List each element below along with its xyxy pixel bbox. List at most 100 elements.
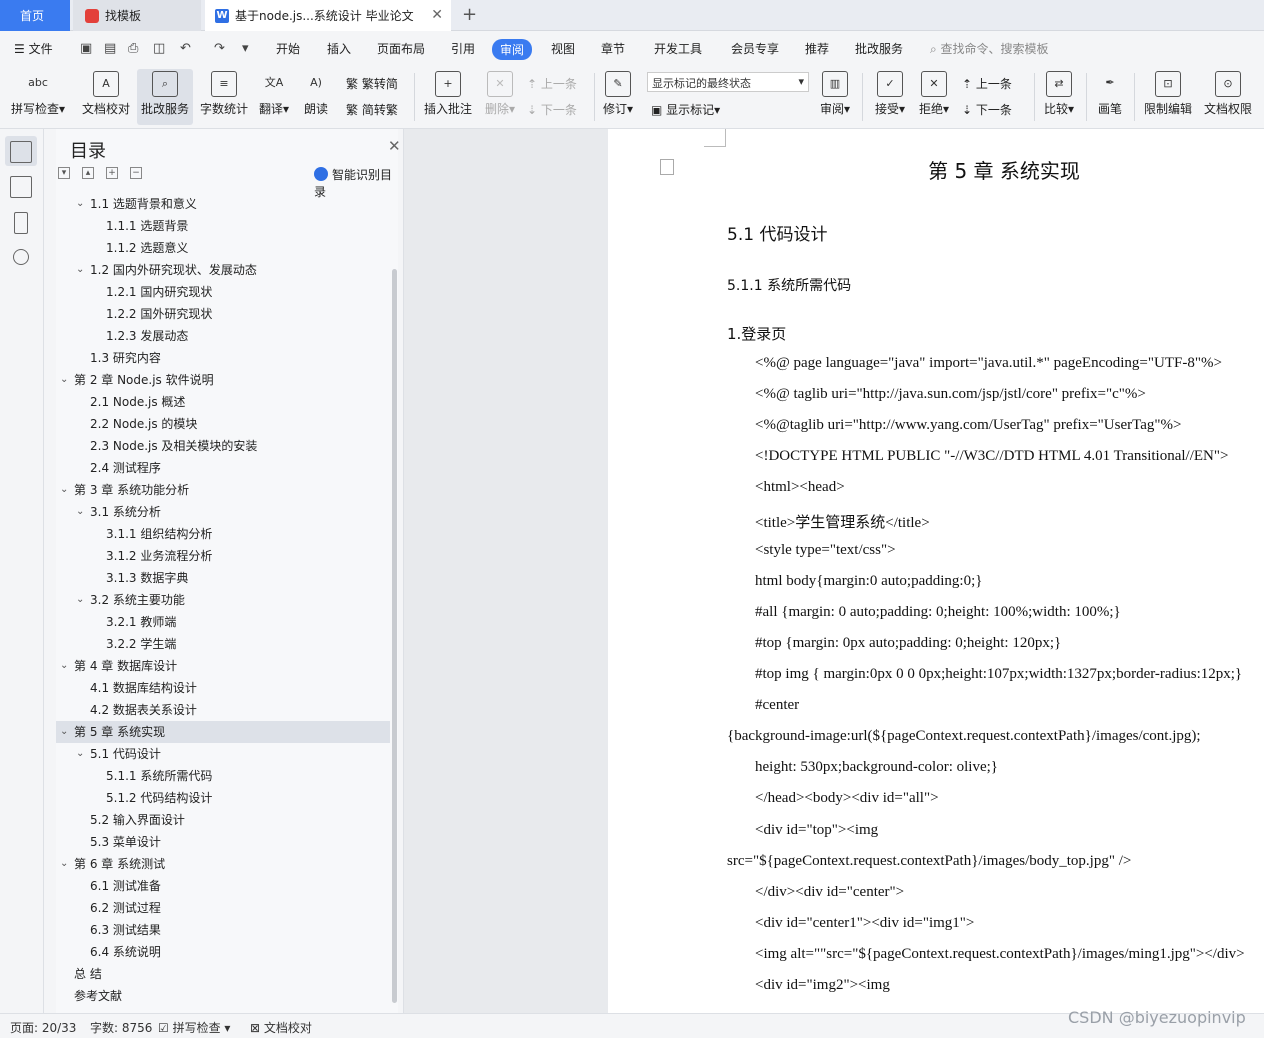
search-icon[interactable] <box>13 249 29 265</box>
chevron-down-icon[interactable]: ⌄ <box>60 721 68 743</box>
toc-item[interactable]: 5.3 菜单设计 <box>56 831 390 853</box>
translate-button[interactable]: 文A 翻译▾ <box>254 69 294 125</box>
restrict-edit-button[interactable]: ⊡ 限制编辑 <box>1140 69 1196 125</box>
menu-review[interactable]: 审阅 <box>492 39 533 60</box>
toc-item[interactable]: 参考文献 <box>56 985 390 1007</box>
toc-item[interactable]: 3.1.1 组织结构分析 <box>56 523 390 545</box>
toc-item[interactable]: 3.2.2 学生端 <box>56 633 390 655</box>
read-aloud-button[interactable]: A) 朗读 <box>298 69 334 125</box>
show-markup-button[interactable]: ▣ 显示标记▾ <box>651 101 720 118</box>
doc-permission-button[interactable]: ⊙ 文档权限 <box>1200 69 1256 125</box>
review-service-button[interactable]: ⌕ 批改服务 <box>137 69 193 125</box>
chevron-down-icon[interactable]: ⌄ <box>76 589 84 611</box>
toc-item[interactable]: 6.1 测试准备 <box>56 875 390 897</box>
menu-start[interactable]: 开始 <box>276 40 300 57</box>
toc-item[interactable]: ⌄ 3.2 系统主要功能 <box>56 589 390 611</box>
command-search-input[interactable]: ⌕ 查找命令、搜索模板 <box>930 40 1049 57</box>
toc-item[interactable]: 4.1 数据库结构设计 <box>56 677 390 699</box>
save-icon[interactable]: ▣ <box>80 41 92 56</box>
to-simplified-button[interactable]: 繁 简转繁 <box>346 101 398 118</box>
toc-item[interactable]: ⌄ 第 3 章 系统功能分析 <box>56 479 390 501</box>
undo-icon[interactable]: ↶ <box>180 41 191 56</box>
toc-item[interactable]: 6.3 测试结果 <box>56 919 390 941</box>
accept-button[interactable]: ✓ 接受▾ <box>870 69 910 125</box>
prev-comment-button[interactable]: ⇡ 上一条 <box>527 75 577 92</box>
spellcheck-button[interactable]: abc 拼写检查▾ <box>6 69 70 125</box>
compare-button[interactable]: ⇄ 比较▾ <box>1039 69 1079 125</box>
chapter-nav-icon[interactable] <box>10 176 32 198</box>
review-pane-button[interactable]: ▥ 审阅▾ <box>815 69 855 125</box>
to-traditional-button[interactable]: 繁 繁转简 <box>346 75 398 92</box>
word-count-button[interactable]: ≡ 字数统计 <box>196 69 252 125</box>
tab-document[interactable]: W 基于node.js...系统设计 毕业论文 ✕ <box>205 0 451 31</box>
toc-item[interactable]: 6.2 测试过程 <box>56 897 390 919</box>
toc-item[interactable]: ⌄ 1.1 选题背景和意义 <box>56 193 390 215</box>
toc-item[interactable]: 3.2.1 教师端 <box>56 611 390 633</box>
toc-item[interactable]: 1.2.1 国内研究现状 <box>56 281 390 303</box>
tab-template[interactable]: 找模板 <box>73 0 201 31</box>
toc-item[interactable]: ⌄ 3.1 系统分析 <box>56 501 390 523</box>
menu-page-layout[interactable]: 页面布局 <box>377 40 425 57</box>
toc-item[interactable]: ⌄ 第 2 章 Node.js 软件说明 <box>56 369 390 391</box>
menu-recommend[interactable]: 推荐 <box>805 40 829 57</box>
chevron-down-icon[interactable]: ⌄ <box>76 259 84 281</box>
toc-item[interactable]: ⌄ 5.1 代码设计 <box>56 743 390 765</box>
remove-heading-icon[interactable]: − <box>130 167 142 179</box>
toc-icon[interactable] <box>10 141 32 163</box>
document-page[interactable]: 第 5 章 系统实现 5.1 代码设计 5.1.1 系统所需代码 1.登录页 <… <box>608 129 1264 1013</box>
chevron-down-icon[interactable]: ⌄ <box>60 479 68 501</box>
menu-insert[interactable]: 插入 <box>327 40 351 57</box>
toc-item[interactable]: 1.3 研究内容 <box>56 347 390 369</box>
menu-member[interactable]: 会员专享 <box>731 40 779 57</box>
toc-item[interactable]: 3.1.3 数据字典 <box>56 567 390 589</box>
toc-item[interactable]: ⌄ 1.2 国内外研究现状、发展动态 <box>56 259 390 281</box>
close-icon[interactable]: ✕ <box>388 137 401 155</box>
chevron-down-icon[interactable]: ⌄ <box>76 743 84 765</box>
toc-item[interactable]: 1.1.1 选题背景 <box>56 215 390 237</box>
toc-item[interactable]: 2.4 测试程序 <box>56 457 390 479</box>
toc-item[interactable]: 总 结 <box>56 963 390 985</box>
word-count-indicator[interactable]: 字数: 8756 <box>90 1019 152 1036</box>
collapse-all-icon[interactable]: ▾ <box>58 167 70 179</box>
status-spellcheck[interactable]: ☑ 拼写检查 ▾ <box>158 1019 230 1036</box>
pen-button[interactable]: ✒ 画笔 <box>1092 69 1128 125</box>
insert-comment-button[interactable]: + 插入批注 <box>420 69 476 125</box>
menu-section[interactable]: 章节 <box>601 40 625 57</box>
toc-item[interactable]: 5.2 输入界面设计 <box>56 809 390 831</box>
add-heading-icon[interactable]: + <box>106 167 118 179</box>
chevron-down-icon[interactable]: ⌄ <box>60 369 68 391</box>
prev-change-button[interactable]: ⇡ 上一条 <box>962 75 1012 92</box>
toc-item[interactable]: 1.1.2 选题意义 <box>56 237 390 259</box>
bookmark-icon[interactable] <box>14 212 28 234</box>
toc-item[interactable]: 1.2.3 发展动态 <box>56 325 390 347</box>
export-pdf-icon[interactable]: ▤ <box>104 41 116 56</box>
doc-check-button[interactable]: A 文档校对 <box>78 69 134 125</box>
toc-item[interactable]: 5.1.1 系统所需代码 <box>56 765 390 787</box>
chevron-down-icon[interactable]: ⌄ <box>60 655 68 677</box>
close-icon[interactable]: ✕ <box>431 7 443 23</box>
next-comment-button[interactable]: ⇣ 下一条 <box>527 101 577 118</box>
chevron-down-icon[interactable]: ⌄ <box>60 853 68 875</box>
toc-item[interactable]: 2.3 Node.js 及相关模块的安装 <box>56 435 390 457</box>
toc-item[interactable]: 1.2.2 国外研究现状 <box>56 303 390 325</box>
track-changes-button[interactable]: ✎ 修订▾ <box>599 69 637 125</box>
next-change-button[interactable]: ⇣ 下一条 <box>962 101 1012 118</box>
toc-scrollbar[interactable] <box>392 269 397 1003</box>
menu-view[interactable]: 视图 <box>551 40 575 57</box>
print-preview-icon[interactable]: ◫ <box>153 41 165 56</box>
toc-item[interactable]: 6.4 系统说明 <box>56 941 390 963</box>
toc-item[interactable]: 5.1.2 代码结构设计 <box>56 787 390 809</box>
markup-state-select[interactable]: 显示标记的最终状态 ▾ <box>647 72 809 92</box>
page-indicator[interactable]: 页面: 20/33 <box>10 1019 76 1036</box>
menu-review-service[interactable]: 批改服务 <box>855 40 903 57</box>
customize-dropdown-icon[interactable]: ▾ <box>242 41 249 56</box>
toc-item[interactable]: 3.1.2 业务流程分析 <box>56 545 390 567</box>
status-doc-check[interactable]: ⊠ 文档校对 <box>250 1019 312 1036</box>
toc-item[interactable]: ⌄ 第 5 章 系统实现 <box>56 721 390 743</box>
reject-button[interactable]: ✕ 拒绝▾ <box>914 69 954 125</box>
chevron-down-icon[interactable]: ⌄ <box>76 193 84 215</box>
menu-references[interactable]: 引用 <box>451 40 475 57</box>
toc-item[interactable]: 2.1 Node.js 概述 <box>56 391 390 413</box>
add-tab-icon[interactable]: + <box>462 4 477 25</box>
redo-icon[interactable]: ↷ <box>214 41 225 56</box>
